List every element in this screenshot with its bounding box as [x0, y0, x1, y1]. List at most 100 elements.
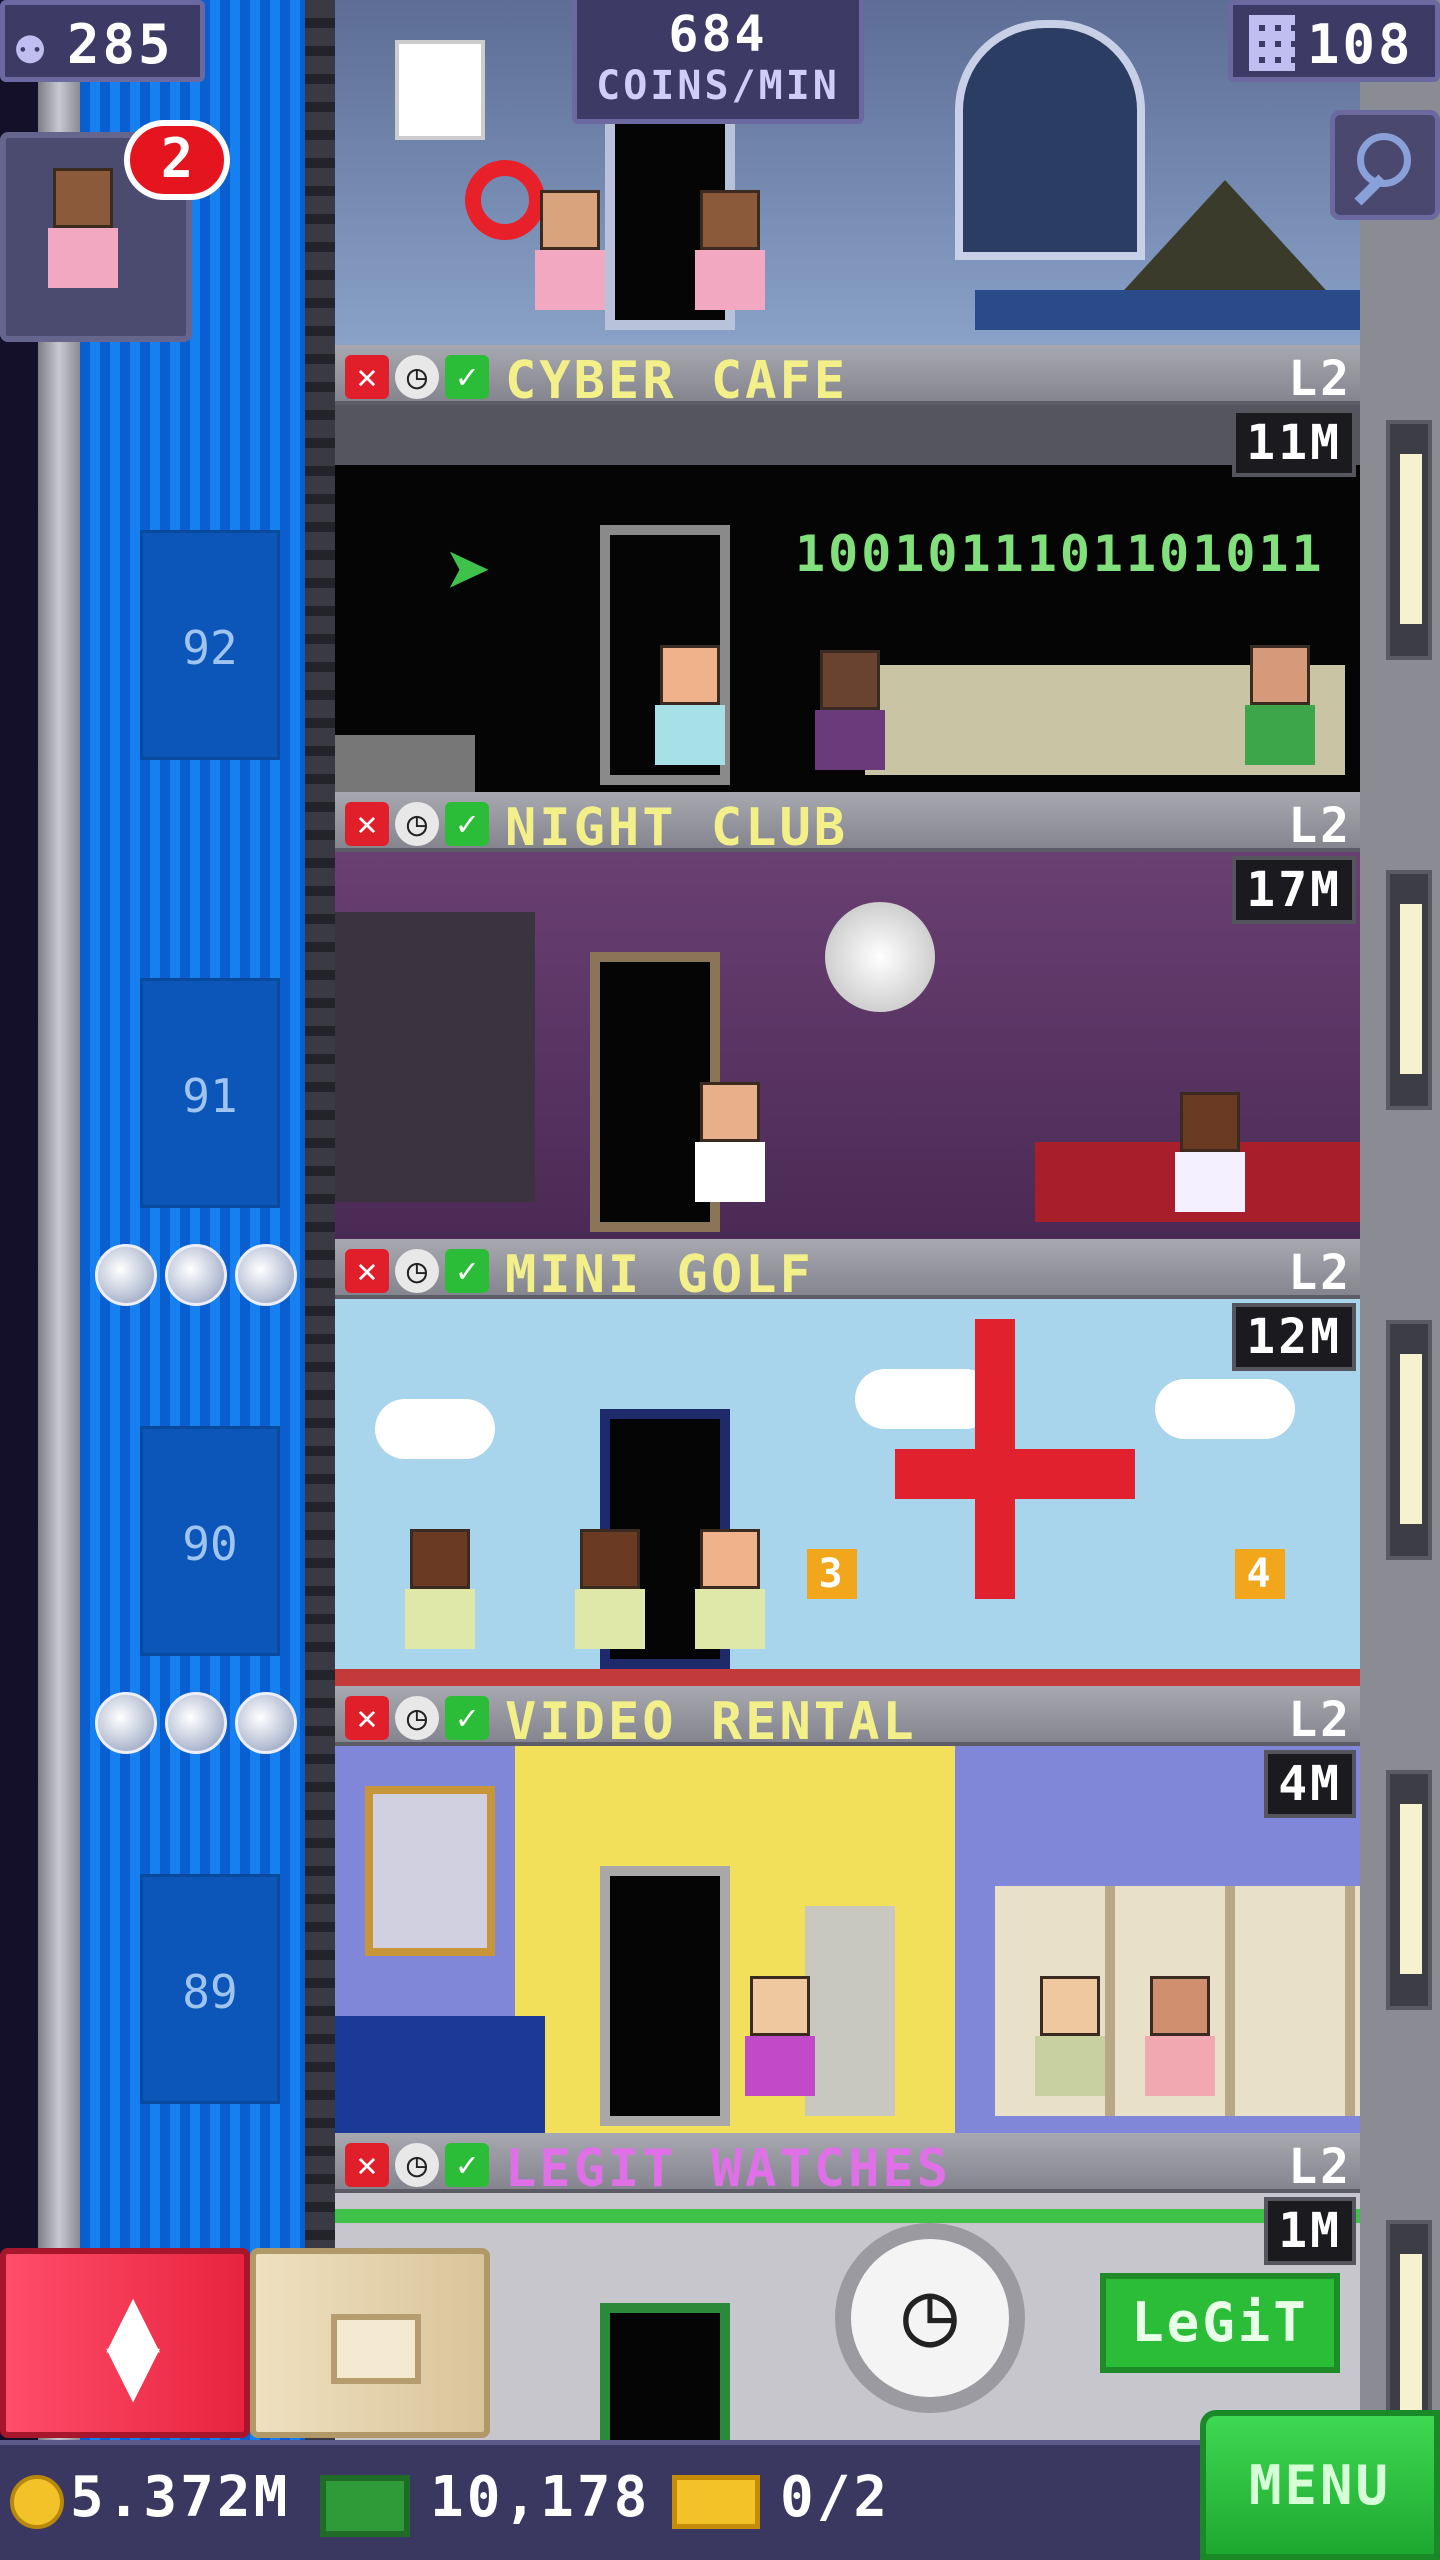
cancel-icon[interactable]: ✕ — [345, 802, 389, 846]
resident-sprite[interactable] — [815, 650, 885, 790]
legit-sign: LeGiT — [1100, 2273, 1340, 2373]
check-icon[interactable]: ✓ — [445, 1249, 489, 1293]
floor-level: L2 — [1288, 798, 1352, 854]
shaft-floor-cell: 91 — [140, 978, 280, 1208]
room-door — [600, 2303, 730, 2440]
floor-name: VIDEO RENTAL — [505, 1692, 917, 1752]
resident-sprite[interactable] — [745, 1976, 815, 2116]
bux-amount: 10,178 — [430, 2465, 651, 2530]
resident-sprite[interactable] — [1035, 1976, 1105, 2116]
floor-header: ✕ ◷ ✓ NIGHT CLUB L2 — [335, 792, 1360, 858]
star-rating — [95, 1244, 297, 1306]
golf-green-edge — [335, 1669, 1360, 1686]
floor-video-rental[interactable]: ✕ ◷ ✓ VIDEO RENTAL L2 4M — [335, 1686, 1360, 2133]
side-window — [1386, 1770, 1432, 2010]
ceiling-lights — [335, 405, 1360, 465]
star-icon — [235, 1692, 297, 1754]
check-icon[interactable]: ✓ — [445, 1696, 489, 1740]
floor-value: 17M — [1232, 856, 1356, 924]
floor-name: LEGIT WATCHES — [505, 2139, 951, 2199]
floors-icon — [1249, 15, 1295, 71]
movie-poster — [365, 1786, 495, 1956]
floor-room — [335, 852, 1360, 1239]
population-counter[interactable]: ⚉ 285 — [0, 0, 205, 82]
floor-count-value: 108 — [1307, 13, 1414, 76]
pyramid-model — [1115, 180, 1335, 300]
resident-sprite[interactable] — [655, 645, 725, 785]
visitor-avatar — [48, 168, 118, 308]
life-ring — [465, 160, 545, 240]
floor-number: 91 — [182, 1069, 238, 1123]
side-window — [1386, 870, 1432, 1110]
cancel-icon[interactable]: ✕ — [345, 355, 389, 399]
cloud — [375, 1399, 495, 1459]
cursor-decor: ➤ — [445, 525, 494, 618]
coins-per-min-unit: COINS/MIN — [596, 63, 840, 109]
floor-header: ✕ ◷ ✓ VIDEO RENTAL L2 — [335, 1686, 1360, 1752]
resident-sprite[interactable] — [575, 1529, 645, 1669]
floor-room: ➤ 1001011101101011 — [335, 405, 1360, 792]
clock-icon[interactable]: ◷ — [395, 802, 439, 846]
shaft-floor-cell: 90 — [140, 1426, 280, 1656]
floor-mini-golf[interactable]: ✕ ◷ ✓ MINI GOLF L2 3 4 12M — [335, 1239, 1360, 1686]
room-door — [600, 1866, 730, 2126]
floor-cyber-cafe[interactable]: ✕ ◷ ✓ CYBER CAFE L2 ➤ 1001011101101011 1… — [335, 345, 1360, 792]
notice-poster — [395, 40, 485, 140]
floor-count-counter[interactable]: 108 — [1228, 0, 1440, 82]
hole-flag: 3 — [807, 1549, 857, 1599]
resident-sprite[interactable] — [695, 1082, 765, 1222]
space-backdrop — [0, 0, 38, 2560]
floor-level: L2 — [1288, 351, 1352, 407]
search-button[interactable] — [1330, 110, 1440, 220]
floor-number: 89 — [182, 1965, 238, 2019]
cancel-icon[interactable]: ✕ — [345, 1249, 389, 1293]
star-icon — [165, 1244, 227, 1306]
shaft-wall — [305, 0, 335, 2440]
counter — [335, 735, 475, 792]
building-edge — [1360, 0, 1440, 2440]
star-icon — [235, 1244, 297, 1306]
floor-room — [335, 1746, 1360, 2133]
shaft-floor-cell: 89 — [140, 1874, 280, 2104]
clock-icon[interactable]: ◷ — [395, 1249, 439, 1293]
resident-sprite[interactable] — [1245, 645, 1315, 785]
cancel-icon[interactable]: ✕ — [345, 2143, 389, 2187]
check-icon[interactable]: ✓ — [445, 2143, 489, 2187]
menu-button[interactable]: MENU — [1200, 2410, 1440, 2560]
side-window — [1386, 420, 1432, 660]
elevator-shaft[interactable]: 92 91 90 89 — [80, 0, 305, 2440]
check-icon[interactable]: ✓ — [445, 802, 489, 846]
check-icon[interactable]: ✓ — [445, 355, 489, 399]
binary-display: 1001011101101011 — [795, 525, 1325, 583]
cloud — [855, 1369, 995, 1429]
clock-icon[interactable]: ◷ — [395, 355, 439, 399]
resident-sprite[interactable] — [695, 190, 765, 330]
clock-icon[interactable]: ◷ — [395, 1696, 439, 1740]
floor-room: 3 4 — [335, 1299, 1360, 1686]
floor-value: 4M — [1264, 1750, 1356, 1818]
floor-header: ✕ ◷ ✓ MINI GOLF L2 — [335, 1239, 1360, 1305]
resident-sprite[interactable] — [695, 1529, 765, 1669]
elevator-button[interactable]: ▲ ▼ — [0, 2248, 250, 2438]
storage-box-button[interactable] — [250, 2248, 490, 2438]
star-icon — [95, 1244, 157, 1306]
resident-sprite[interactable] — [1175, 1092, 1245, 1232]
floor-header: ✕ ◷ ✓ CYBER CAFE L2 — [335, 345, 1360, 411]
population-icon: ⚉ — [15, 17, 46, 75]
bar-shelves — [335, 912, 535, 1202]
hole-flag: 4 — [1235, 1549, 1285, 1599]
resident-sprite[interactable] — [1145, 1976, 1215, 2116]
cancel-icon[interactable]: ✕ — [345, 1696, 389, 1740]
floor-header: ✕ ◷ ✓ LEGIT WATCHES L2 — [335, 2133, 1360, 2199]
resident-sprite[interactable] — [405, 1529, 475, 1669]
windmill-blades — [895, 1449, 1135, 1499]
resident-sprite[interactable] — [535, 190, 605, 330]
coin-icon — [10, 2475, 64, 2529]
floor-night-club[interactable]: ✕ ◷ ✓ NIGHT CLUB L2 17M — [335, 792, 1360, 1239]
floor-name: MINI GOLF — [505, 1245, 814, 1305]
arcade-machine — [805, 1906, 895, 2116]
clock-icon: ◷ — [835, 2223, 1025, 2413]
search-icon — [1357, 133, 1411, 187]
clock-icon[interactable]: ◷ — [395, 2143, 439, 2187]
bux-icon — [320, 2475, 410, 2537]
